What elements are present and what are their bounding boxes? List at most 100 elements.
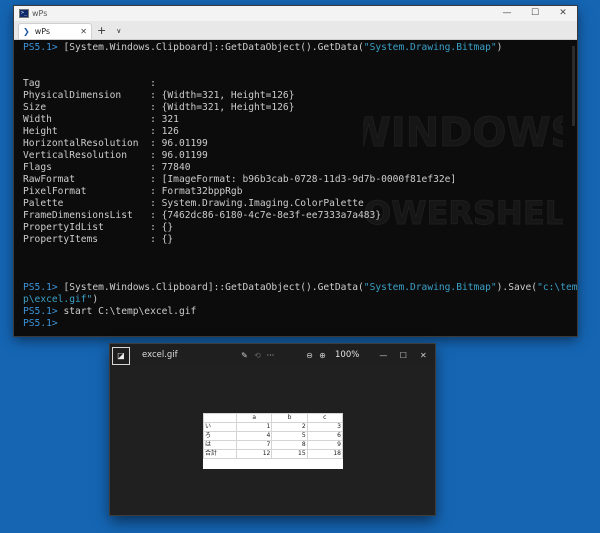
- terminal-text: ): [496, 42, 503, 53]
- table-cell: 2: [271, 422, 308, 432]
- terminal-close-button[interactable]: ✕: [549, 6, 577, 21]
- terminal-text: Width : 321: [23, 114, 179, 125]
- terminal-text: FrameDimensionsList : {7462dc86-6180-4c7…: [23, 210, 382, 221]
- terminal-line: PropertyItems : {}: [23, 234, 577, 246]
- table-header-cell: b: [271, 413, 308, 423]
- powershell-icon: ❯: [23, 27, 30, 36]
- terminal-app-icon: >_: [19, 9, 29, 18]
- terminal-line: p\excel.gif"): [23, 294, 577, 306]
- zoom-in-icon[interactable]: ⊕: [316, 351, 329, 360]
- tab-dropdown-button[interactable]: ∨: [111, 23, 126, 39]
- table-row: 合計 12 15 18: [203, 449, 344, 459]
- table-cell: 6: [306, 431, 344, 441]
- terminal-output[interactable]: PS5.1> [System.Windows.Clipboard]::GetDa…: [14, 40, 577, 336]
- viewer-titlebar[interactable]: ◪ excel.gif ✎ ⟲ ··· ⊖ ⊕ 100% — ☐ ✕: [110, 344, 435, 366]
- table-cell: 18: [306, 449, 344, 459]
- new-tab-button[interactable]: +: [92, 23, 111, 39]
- zoom-out-icon[interactable]: ⊖: [303, 351, 316, 360]
- terminal-window-title: wPs: [32, 9, 48, 18]
- terminal-line: PS5.1> start C:\temp\excel.gif: [23, 306, 577, 318]
- terminal-text: [System.Windows.Clipboard]::GetDataObjec…: [63, 42, 364, 53]
- terminal-line: FrameDimensionsList : {7462dc86-6180-4c7…: [23, 210, 577, 222]
- viewer-minimize-button[interactable]: —: [373, 351, 393, 360]
- terminal-titlebar[interactable]: >_ wPs — ☐ ✕: [14, 6, 577, 21]
- table-row: は 7 8 9: [203, 440, 344, 450]
- string-literal: "System.Drawing.Bitmap": [363, 282, 497, 293]
- terminal-tabbar: ❯ wPs ✕ + ∨: [14, 21, 577, 40]
- viewer-close-button[interactable]: ✕: [413, 351, 433, 360]
- table-cell: ろ: [203, 431, 237, 441]
- terminal-text: Flags : 77840: [23, 162, 191, 173]
- terminal-line: PhysicalDimension : {Width=321, Height=1…: [23, 90, 577, 102]
- table-cell: 12: [235, 449, 273, 459]
- zoom-level[interactable]: 100%: [335, 350, 359, 360]
- rotate-icon[interactable]: ⟲: [251, 351, 264, 360]
- terminal-text: Height : 126: [23, 126, 179, 137]
- table-cell: は: [203, 440, 237, 450]
- table-cell: 1: [235, 422, 273, 432]
- terminal-line: PS5.1> [System.Windows.Clipboard]::GetDa…: [23, 42, 577, 54]
- table-cell: 5: [271, 431, 308, 441]
- table-cell: い: [203, 422, 237, 432]
- terminal-line: Flags : 77840: [23, 162, 577, 174]
- terminal-text: [System.Windows.Clipboard]::GetDataObjec…: [63, 282, 364, 293]
- table-header-row: a b c: [203, 413, 344, 423]
- prompt-text: PS5.1>: [23, 282, 64, 293]
- prompt-text: PS5.1>: [23, 318, 64, 329]
- string-literal: "System.Drawing.Bitmap": [363, 42, 497, 53]
- terminal-tab-label: wPs: [34, 27, 51, 36]
- viewer-maximize-button[interactable]: ☐: [393, 351, 413, 360]
- table-row: い 1 2 3: [203, 422, 344, 432]
- terminal-line: Tag :: [23, 78, 577, 90]
- table-cell: 15: [271, 449, 308, 459]
- terminal-scrollbar[interactable]: [572, 46, 575, 126]
- table-cell: 9: [306, 440, 344, 450]
- terminal-maximize-button[interactable]: ☐: [521, 6, 549, 21]
- terminal-text: RawFormat : [ImageFormat: b96b3cab-0728-…: [23, 174, 457, 185]
- table-header-cell: c: [306, 413, 344, 423]
- edit-icon[interactable]: ✎: [238, 351, 251, 360]
- table-cell: 合計: [203, 449, 237, 459]
- terminal-minimize-button[interactable]: —: [493, 6, 521, 21]
- tab-close-icon[interactable]: ✕: [80, 27, 87, 36]
- terminal-line: RawFormat : [ImageFormat: b96b3cab-0728-…: [23, 174, 577, 186]
- table-header-cell: [203, 413, 237, 423]
- terminal-text: Size : {Width=321, Height=126}: [23, 102, 295, 113]
- photos-app-icon[interactable]: ◪: [112, 346, 130, 365]
- terminal-text: HorizontalResolution : 96.01199: [23, 138, 208, 149]
- terminal-text: PixelFormat : Format32bppRgb: [23, 186, 243, 197]
- table-cell: 3: [306, 422, 344, 432]
- viewer-canvas[interactable]: a b c い 1 2 3 ろ 4 5 6 は 7 8 9 合計 12 15 1…: [110, 366, 435, 515]
- terminal-window: >_ wPs — ☐ ✕ ❯ wPs ✕ + ∨ WINDOWS POWERSH…: [14, 6, 577, 336]
- more-options-icon[interactable]: ···: [264, 351, 277, 360]
- prompt-text: PS5.1>: [23, 306, 64, 317]
- terminal-line: Width : 321: [23, 114, 577, 126]
- terminal-line: PropertyIdList : {}: [23, 222, 577, 234]
- terminal-text: start C:\temp\excel.gif: [63, 306, 197, 317]
- string-literal: "c:\tem: [537, 282, 577, 293]
- terminal-line: Palette : System.Drawing.Imaging.ColorPa…: [23, 198, 577, 210]
- excel-image: a b c い 1 2 3 ろ 4 5 6 は 7 8 9 合計 12 15 1…: [203, 413, 344, 469]
- terminal-text: ): [92, 294, 99, 305]
- terminal-text: PropertyIdList : {}: [23, 222, 174, 233]
- terminal-line: HorizontalResolution : 96.01199: [23, 138, 577, 150]
- photo-viewer-window: ◪ excel.gif ✎ ⟲ ··· ⊖ ⊕ 100% — ☐ ✕ a b c…: [110, 344, 435, 515]
- viewer-filename: excel.gif: [142, 350, 178, 360]
- terminal-tab[interactable]: ❯ wPs ✕: [18, 23, 92, 39]
- terminal-line: PixelFormat : Format32bppRgb: [23, 186, 577, 198]
- prompt-text: PS5.1>: [23, 42, 64, 53]
- table-row: ろ 4 5 6: [203, 431, 344, 441]
- terminal-line: VerticalResolution : 96.01199: [23, 150, 577, 162]
- table-header-cell: a: [235, 413, 273, 423]
- table-cell: 4: [235, 431, 273, 441]
- string-literal: p\excel.gif": [23, 294, 93, 305]
- terminal-text: Palette : System.Drawing.Imaging.ColorPa…: [23, 198, 364, 209]
- terminal-text: PropertyItems : {}: [23, 234, 174, 245]
- terminal-text: VerticalResolution : 96.01199: [23, 150, 208, 161]
- terminal-line: Height : 126: [23, 126, 577, 138]
- terminal-text: PhysicalDimension : {Width=321, Height=1…: [23, 90, 295, 101]
- terminal-line: PS5.1> [System.Windows.Clipboard]::GetDa…: [23, 282, 577, 294]
